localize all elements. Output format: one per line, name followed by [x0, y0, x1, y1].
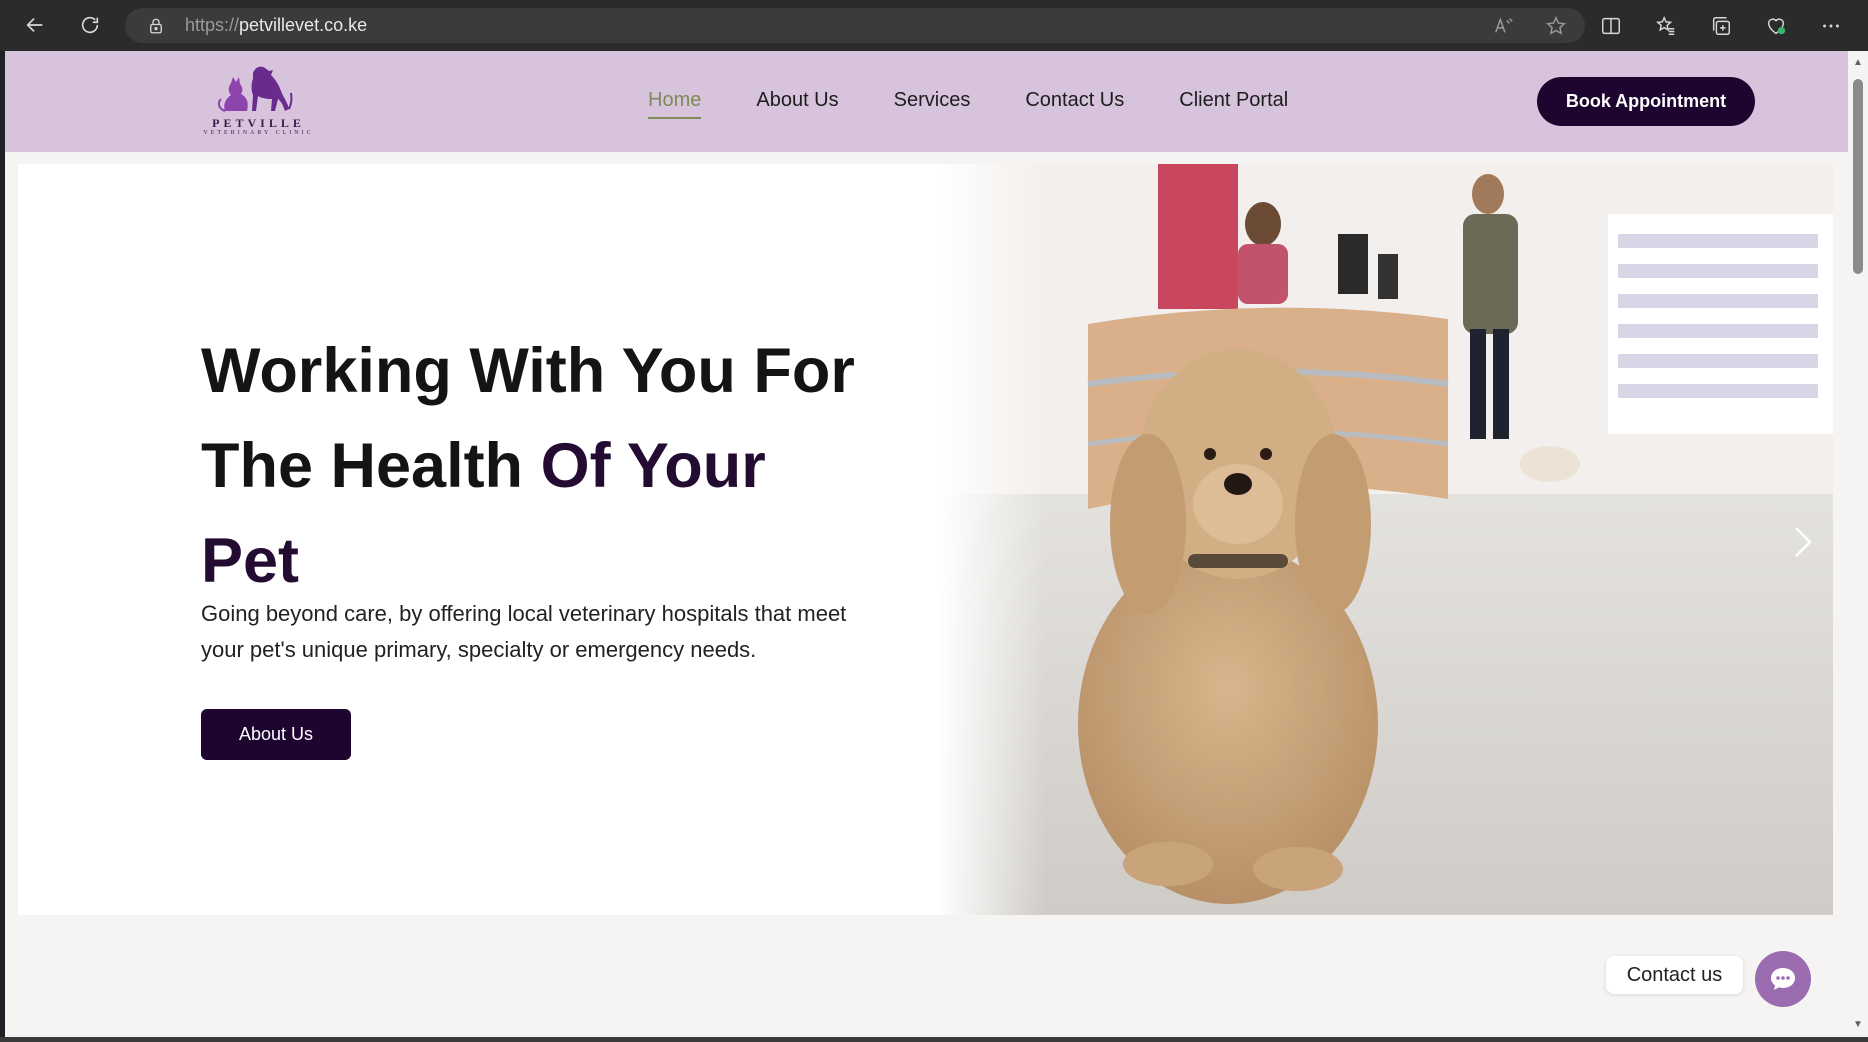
hero-heading-line2: The Health — [201, 431, 541, 501]
carousel-next-arrow-icon[interactable] — [1788, 522, 1818, 562]
book-appointment-button[interactable]: Book Appointment — [1537, 77, 1755, 126]
hero-section: Working With You For The Health Of Your … — [18, 164, 1833, 915]
collections-icon[interactable] — [1693, 0, 1748, 51]
hero-heading-accent-pet: Pet — [201, 526, 300, 596]
favorites-icon[interactable] — [1638, 0, 1693, 51]
scroll-down-icon[interactable]: ▼ — [1852, 1019, 1864, 1031]
scroll-up-icon[interactable]: ▲ — [1852, 57, 1864, 69]
hero-description: Going beyond care, by offering local vet… — [201, 601, 847, 662]
main-nav: Home About Us Services Contact Us Client… — [648, 87, 1343, 119]
read-aloud-icon[interactable] — [1493, 15, 1515, 37]
lock-icon — [150, 18, 162, 33]
about-us-button[interactable]: About Us — [201, 709, 351, 760]
back-icon[interactable] — [15, 5, 55, 45]
hero-heading: Working With You For The Health Of Your … — [201, 324, 901, 609]
refresh-icon[interactable] — [70, 5, 110, 45]
nav-home[interactable]: Home — [648, 87, 702, 119]
nav-about-us[interactable]: About Us — [756, 87, 838, 113]
window-bottom-edge — [0, 1037, 1868, 1042]
nav-contact-us[interactable]: Contact Us — [1025, 87, 1124, 113]
nav-services[interactable]: Services — [894, 87, 971, 113]
page-scrollbar[interactable]: ▲ ▼ — [1848, 51, 1868, 1037]
more-menu-icon[interactable] — [1803, 0, 1858, 51]
scrollbar-thumb[interactable] — [1853, 79, 1863, 274]
chat-bubble-button[interactable] — [1755, 951, 1811, 1007]
web-page: PETVILLE VETERINARY CLINIC Home About Us… — [5, 51, 1848, 1037]
site-header: PETVILLE VETERINARY CLINIC Home About Us… — [5, 51, 1848, 152]
pets-silhouette-icon — [217, 66, 293, 112]
favorite-star-icon[interactable] — [1545, 15, 1567, 37]
logo-tagline: VETERINARY CLINIC — [203, 130, 314, 136]
nav-client-portal[interactable]: Client Portal — [1179, 87, 1288, 113]
chat-icon — [1771, 968, 1795, 990]
split-screen-icon[interactable] — [1583, 0, 1638, 51]
browser-toolbar: https://petvillevet.co.ke — [0, 0, 1868, 51]
petville-logo[interactable]: PETVILLE VETERINARY CLINIC — [201, 61, 316, 141]
hero-heading-line1: Working With You For — [201, 336, 855, 406]
url-text: https://petvillevet.co.ke — [185, 15, 368, 35]
browser-essentials-icon[interactable] — [1748, 0, 1803, 51]
logo-wordmark: PETVILLE — [212, 116, 305, 130]
hero-dog-clinic-image — [938, 164, 1833, 915]
address-bar[interactable]: https://petvillevet.co.ke — [125, 8, 1585, 43]
contact-us-label[interactable]: Contact us — [1606, 956, 1743, 994]
hero-heading-accent: Of Your — [540, 431, 766, 501]
